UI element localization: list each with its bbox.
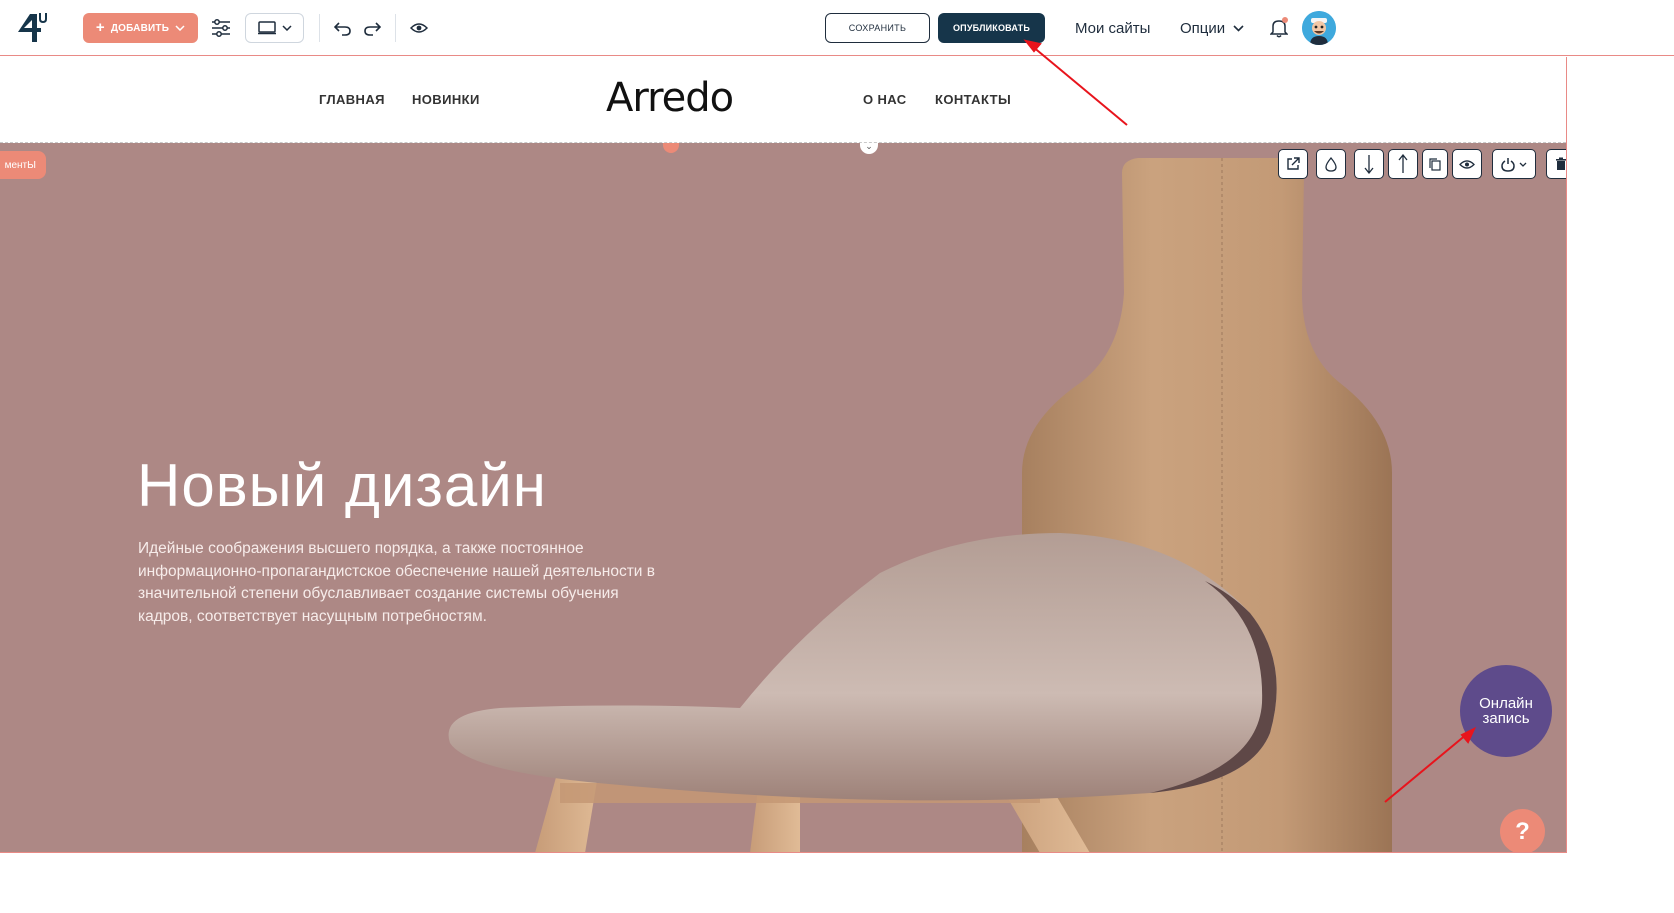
plus-icon: + [95, 19, 105, 36]
notification-badge [1282, 17, 1288, 23]
options-menu[interactable]: Опции [1180, 14, 1244, 42]
redo-icon[interactable] [357, 13, 387, 43]
power-menu[interactable] [1492, 149, 1536, 179]
online-booking-line2: запись [1482, 710, 1530, 727]
toolbar-divider [395, 14, 396, 42]
site-header: ГЛАВНАЯ НОВИНКИ Arredo О НАС КОНТАКТЫ [0, 57, 1567, 143]
nav-link-contacts[interactable]: КОНТАКТЫ [935, 92, 1011, 107]
preview-eye-icon[interactable] [404, 13, 434, 43]
nav-link-new[interactable]: НОВИНКИ [412, 92, 480, 107]
save-button[interactable]: СОХРАНИТЬ [825, 13, 930, 43]
chevron-down-icon [175, 25, 185, 31]
options-menu-label: Опции [1180, 19, 1226, 37]
power-icon [1501, 157, 1515, 172]
hero-title[interactable]: Новый дизайн [137, 451, 547, 520]
my-sites-link[interactable]: Мои сайты [1075, 14, 1150, 42]
online-booking-line1: Онлайн [1479, 695, 1533, 712]
chevron-down-icon [1233, 24, 1244, 32]
hero-section[interactable]: ⌄ ментЫ Новый дизайн Идейные соображения… [0, 143, 1567, 853]
visibility-eye-icon[interactable] [1452, 149, 1482, 179]
add-button[interactable]: + ДОБАВИТЬ [83, 13, 198, 43]
undo-icon[interactable] [328, 13, 358, 43]
settings-sliders-icon[interactable] [206, 13, 236, 43]
move-up-icon[interactable] [1388, 149, 1418, 179]
editor-margin [1567, 57, 1674, 913]
logo-4u-icon[interactable] [14, 10, 50, 46]
external-link-icon[interactable] [1278, 149, 1308, 179]
move-down-icon[interactable] [1354, 149, 1384, 179]
add-button-label: ДОБАВИТЬ [110, 22, 170, 34]
hero-description[interactable]: Идейные соображения высшего порядка, а т… [138, 538, 668, 628]
editor-toolbar: + ДОБАВИТЬ СОХРАНИТЬ ОПУБЛИКОВАТЬ Мои са… [0, 0, 1674, 56]
section-toolbar [1278, 149, 1566, 179]
notifications-bell-icon[interactable] [1265, 14, 1293, 42]
elements-panel-tab[interactable]: ментЫ [0, 151, 46, 179]
editor-screen: + ДОБАВИТЬ СОХРАНИТЬ ОПУБЛИКОВАТЬ Мои са… [0, 0, 1674, 913]
online-booking-button[interactable]: Онлайн запись [1460, 665, 1552, 757]
user-avatar[interactable] [1302, 11, 1336, 45]
nav-link-home[interactable]: ГЛАВНАЯ [319, 92, 385, 107]
color-drop-icon[interactable] [1316, 149, 1346, 179]
site-logo[interactable]: Arredo [606, 75, 734, 121]
device-switcher[interactable] [245, 13, 304, 43]
nav-link-about[interactable]: О НАС [863, 92, 907, 107]
chevron-down-icon [1519, 162, 1527, 167]
publish-button[interactable]: ОПУБЛИКОВАТЬ [938, 13, 1045, 43]
toolbar-divider [319, 14, 320, 42]
help-button[interactable]: ? [1500, 809, 1545, 852]
delete-trash-icon[interactable] [1546, 149, 1566, 179]
duplicate-icon[interactable] [1422, 149, 1448, 179]
chevron-down-icon [281, 25, 292, 31]
desktop-device-icon [257, 21, 276, 35]
